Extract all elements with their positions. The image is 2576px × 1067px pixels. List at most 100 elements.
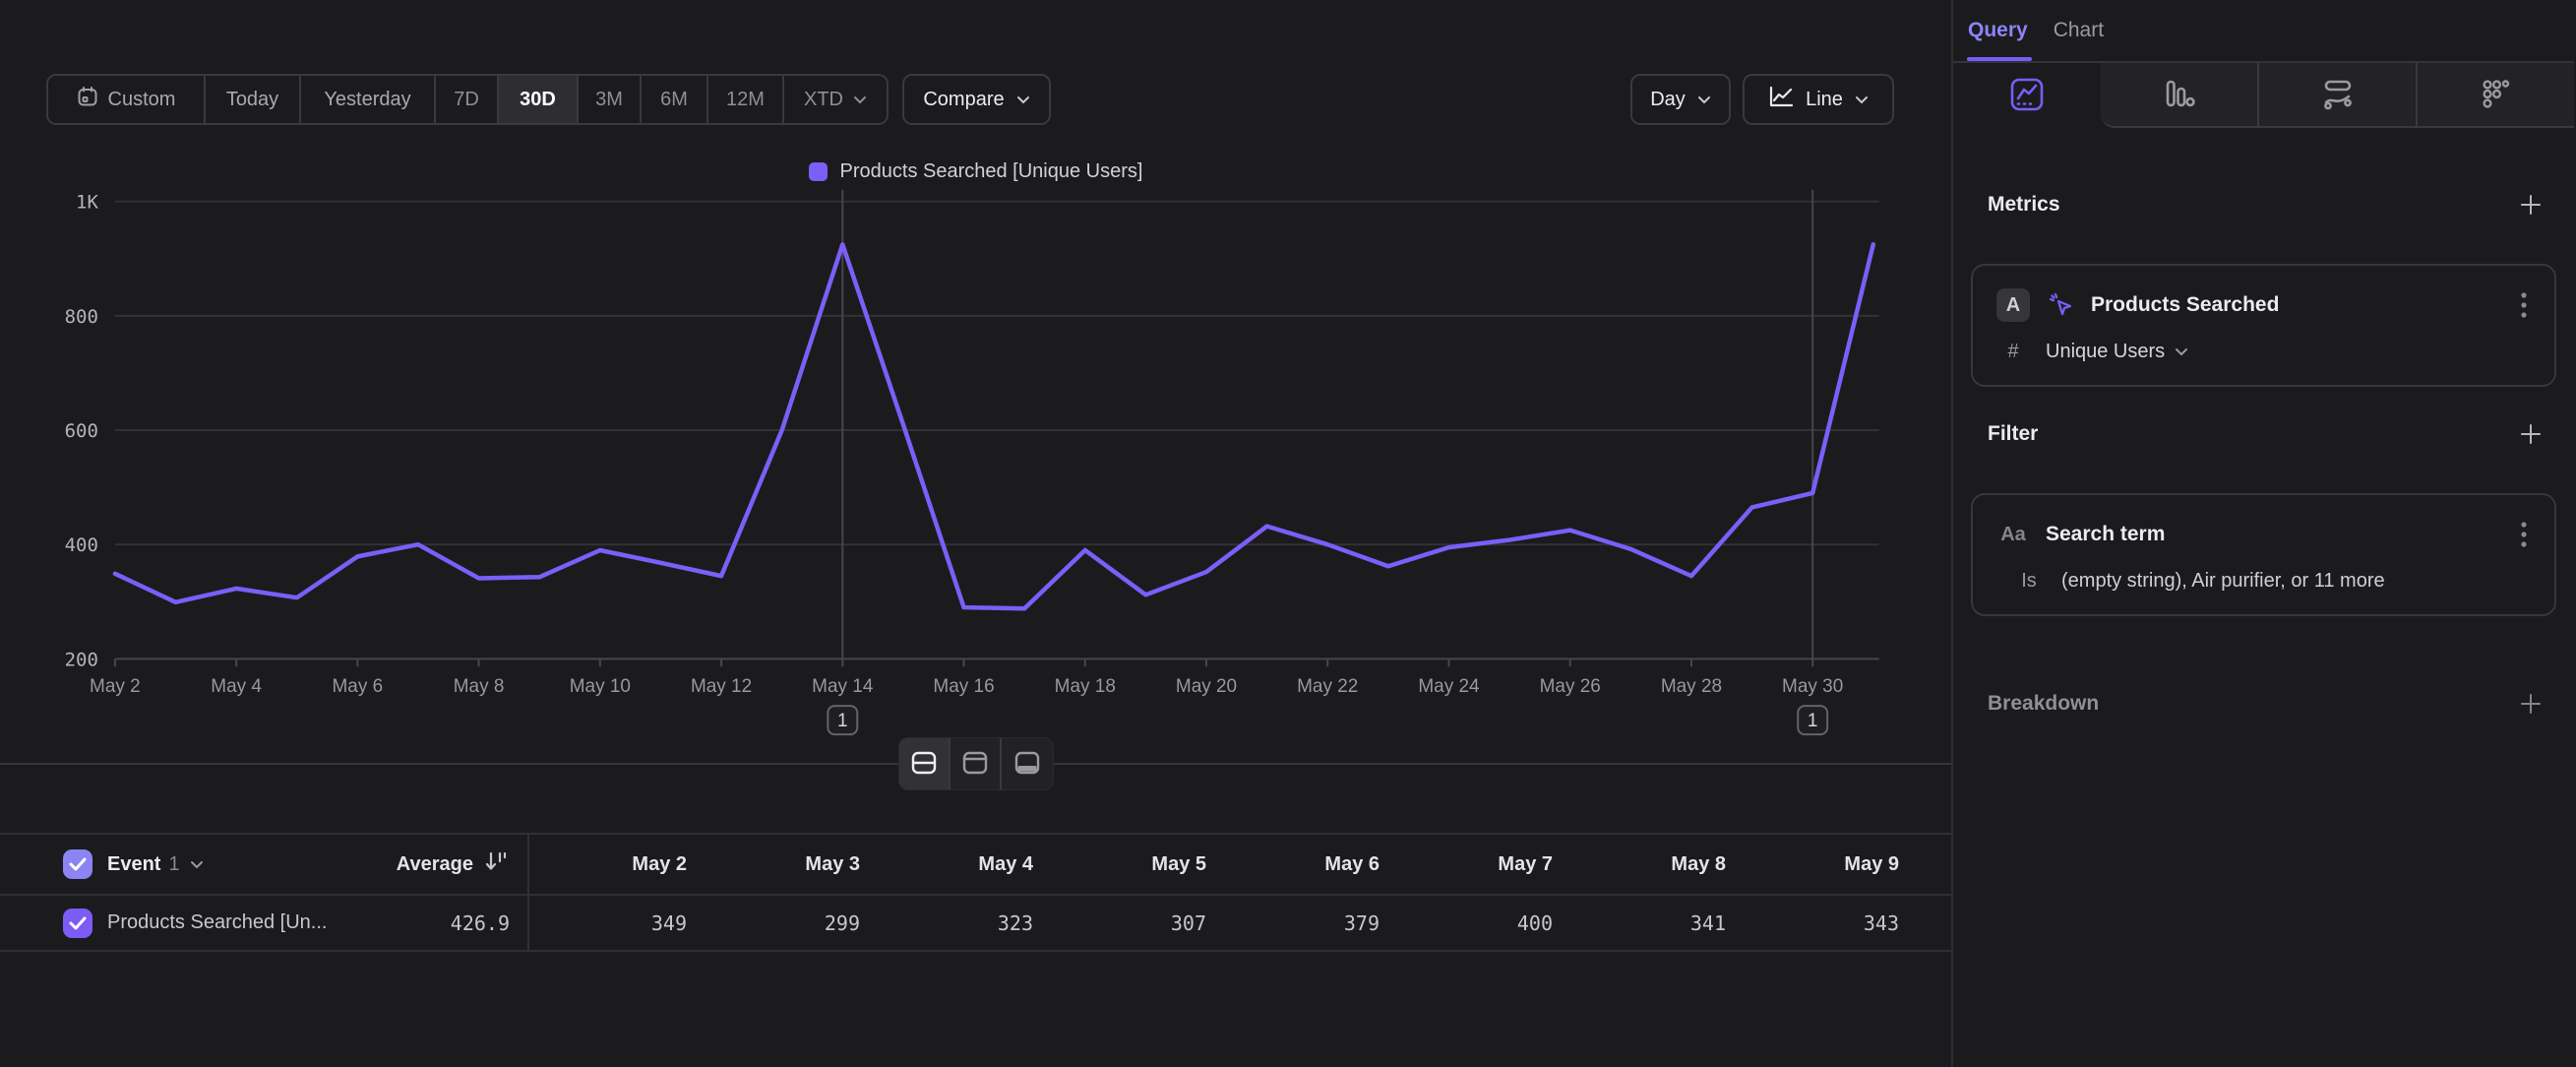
average-value: 426.9 [451,911,510,935]
filter-values[interactable]: (empty string), Air purifier, or 11 more [2061,570,2385,593]
svg-text:200: 200 [65,649,98,670]
metric-kebab-menu[interactable] [2517,287,2531,323]
range-7d-button[interactable]: 7D [436,76,499,123]
table-row-left: Products Searched [Un... 426.9 [0,896,529,950]
svg-text:May 10: May 10 [570,676,631,697]
average-column-header[interactable]: Average [397,849,510,879]
series-name[interactable]: Products Searched [Un... [107,911,327,934]
line-chart-icon [1768,85,1794,114]
compare-label: Compare [923,89,1004,111]
chart-type-tabstrip [1953,61,2574,128]
chevron-down-icon [1016,95,1030,104]
results-table: Event 1 Average [0,833,1951,952]
svg-text:1: 1 [1808,711,1818,731]
date-column-header: May 7 [1395,853,1568,876]
add-breakdown-button[interactable] [2515,688,2546,720]
select-all-checkbox[interactable] [63,849,92,879]
sidebar-content: Metrics A Products S [1953,128,2574,1067]
range-30d-button[interactable]: 30D [499,76,579,123]
svg-text:800: 800 [65,306,98,328]
add-filter-button[interactable] [2515,418,2546,450]
tab-query[interactable]: Query [1968,19,2028,42]
range-xtd-button[interactable]: XTD [784,76,887,123]
inactive-tabs-strip [2101,63,2574,128]
chart-type-tab-more[interactable] [2416,63,2574,126]
range-label: 7D [454,89,479,111]
value-cell: 379 [1222,911,1395,935]
date-column-header: May 9 [1742,853,1915,876]
filter-heading: Filter [1988,422,2038,446]
event-cursor-icon [2048,291,2075,319]
add-metric-button[interactable] [2515,189,2546,220]
svg-text:May 8: May 8 [454,676,505,697]
metric-letter-badge: A [1996,288,2030,322]
svg-text:400: 400 [65,534,98,556]
chart-type-tab-segmentation[interactable] [1953,63,2101,128]
date-column-header: May 5 [1049,853,1222,876]
range-label: 30D [520,89,556,111]
svg-text:600: 600 [65,420,98,442]
layout-split-button[interactable] [899,738,951,789]
top-bar-view-icon [962,751,988,778]
svg-text:May 24: May 24 [1418,676,1479,697]
line-chart[interactable]: 1K800600400200May 2May 4May 6May 8May 10… [0,125,1951,763]
chevron-down-icon [853,95,867,104]
filter-card[interactable]: Aa Search term Is (empty string), Air pu… [1971,493,2556,616]
range-label: XTD [804,89,843,111]
plus-icon [2519,692,2543,716]
layout-toggle-group [898,737,1054,790]
active-tab-underline [1967,57,2032,61]
query-sidebar: Query Chart [1953,0,2574,1067]
date-column-header: May 3 [703,853,876,876]
funnel-bars-icon [2164,78,2195,112]
svg-text:May 18: May 18 [1055,676,1116,697]
range-yesterday-button[interactable]: Yesterday [301,76,436,123]
compare-button[interactable]: Compare [902,74,1051,125]
layout-chart-only-button[interactable] [951,738,1002,789]
plus-icon [2519,422,2543,446]
segmentation-chart-icon [2009,77,2045,115]
layout-table-only-button[interactable] [1002,738,1053,789]
check-icon [69,857,87,871]
granularity-button[interactable]: Day [1630,74,1731,125]
metric-card[interactable]: A Products Searched [1971,264,2556,387]
filter-kebab-menu[interactable] [2517,517,2531,552]
filter-card-row: Aa Search term [1996,517,2531,552]
kebab-icon [2521,521,2527,548]
date-range-control: Custom Today Yesterday 7D 30D 3M 6M 12M … [46,74,889,125]
check-icon [69,916,87,930]
breakdown-section-header: Breakdown [1971,688,2556,720]
tab-chart[interactable]: Chart [2054,19,2104,42]
svg-text:1: 1 [837,711,848,731]
table-row: Products Searched [Un... 426.9 349 299 3… [0,894,1951,952]
chevron-down-icon[interactable] [190,860,204,869]
svg-text:May 28: May 28 [1661,676,1722,697]
measure-dropdown[interactable]: Unique Users [2046,341,2188,363]
value-cell: 341 [1568,911,1742,935]
svg-text:May 26: May 26 [1540,676,1601,697]
filter-property-name[interactable]: Search term [2046,523,2165,546]
text-property-icon: Aa [1996,524,2030,546]
series-checkbox[interactable] [63,909,92,938]
range-6m-button[interactable]: 6M [642,76,708,123]
chart-type-label: Line [1806,89,1843,111]
chart-type-button[interactable]: Line [1743,74,1894,125]
chart-type-tab-funnel[interactable] [2101,63,2257,126]
range-12m-button[interactable]: 12M [708,76,784,123]
svg-text:May 12: May 12 [691,676,752,697]
value-cell: 343 [1742,911,1915,935]
svg-text:May 30: May 30 [1782,676,1843,697]
filter-operator[interactable]: Is [2012,570,2046,593]
chart-type-tab-journeys[interactable] [2257,63,2416,126]
range-3m-button[interactable]: 3M [579,76,642,123]
range-label: 12M [726,89,765,111]
range-today-button[interactable]: Today [206,76,301,123]
range-label: Today [226,89,278,111]
metric-measure-row: # Unique Users [1996,341,2531,363]
toolbar: Custom Today Yesterday 7D 30D 3M 6M 12M … [0,74,1951,125]
number-symbol: # [1996,341,2030,363]
granularity-label: Day [1650,89,1686,111]
metric-name[interactable]: Products Searched [2091,293,2279,317]
value-cell: 323 [876,911,1049,935]
range-custom-button[interactable]: Custom [48,76,206,123]
